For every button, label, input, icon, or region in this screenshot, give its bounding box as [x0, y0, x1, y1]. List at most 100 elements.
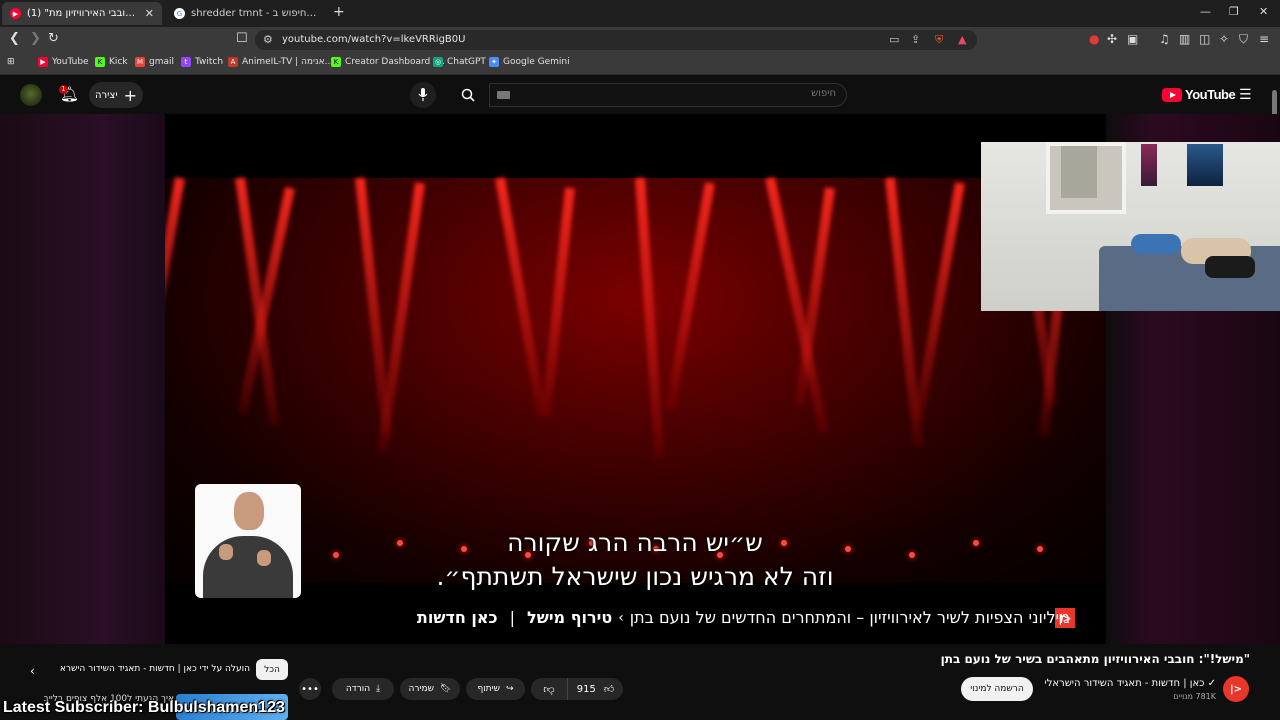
stage-spot-light: [973, 540, 979, 546]
create-button[interactable]: יצירה +: [89, 82, 143, 108]
minimize-icon[interactable]: —: [1200, 5, 1211, 18]
share-label: שיתוף: [477, 684, 500, 694]
search-button[interactable]: [450, 84, 486, 106]
interpreter-head: [234, 492, 264, 530]
like-button[interactable]: 915 👍︎: [567, 678, 623, 700]
news-ticker: |> כאן חדשות | טירוף מישל › מיליוני הצפי…: [165, 598, 1106, 644]
bookmark-kick[interactable]: K Kick: [95, 57, 128, 67]
bookmarks-bar: ⊞ ▶ YouTube K Kick Mgmail t Twitch A AnimeIL…: [0, 53, 1280, 75]
stage-light-beam: [913, 182, 965, 421]
apps-grid-icon[interactable]: ⊞: [7, 57, 15, 67]
bookmark-creator-dashboard[interactable]: K Creator Dashboard |...: [331, 57, 445, 67]
notification-badge: 1: [59, 85, 68, 94]
subtitle-line-2: וזה לא מרגיש נכון שישראל תשתתף״.: [436, 562, 834, 591]
leo-icon[interactable]: ◫: [1199, 32, 1210, 46]
chevron-left-icon[interactable]: ‹: [30, 664, 35, 678]
vpn-icon[interactable]: ⛉: [1239, 32, 1248, 47]
save-button[interactable]: 🔖︎ שמירה: [400, 678, 460, 700]
ai-sparkle-icon[interactable]: ✧: [1219, 32, 1229, 46]
youtube-header: 🔔︎ 1 יצירה + YouTube ☰: [0, 76, 1280, 114]
keyboard-icon[interactable]: [497, 91, 510, 99]
ticker-separator: |: [509, 608, 516, 627]
share-button[interactable]: ↪ שיתוף: [466, 678, 525, 700]
reload-icon[interactable]: ↻: [48, 31, 59, 46]
stage-spot-light: [333, 552, 339, 558]
forward-icon[interactable]: ❯: [30, 31, 41, 46]
interpreter-hand: [257, 550, 271, 566]
webcam-curtain: [1061, 146, 1097, 198]
sidebar-toggle-icon[interactable]: ▥: [1179, 32, 1190, 46]
search-box: [489, 83, 847, 107]
bookmark-gmail[interactable]: Mgmail: [135, 57, 174, 67]
more-actions-button[interactable]: •••: [299, 678, 321, 700]
site-info-icon[interactable]: ⚙: [263, 33, 273, 46]
video-title: "מישל!": חובבי האירוויזיון מתאהבים בשיר …: [940, 652, 1250, 666]
verified-icon: ✓: [1204, 678, 1216, 689]
close-window-icon[interactable]: ✕: [1259, 5, 1268, 18]
close-tab-icon[interactable]: ✕: [145, 7, 154, 20]
webcam-poster: [1141, 144, 1157, 186]
brave-shield-icon[interactable]: ⛨: [935, 33, 943, 47]
browser-tab-bar: ▶ (1) "מישל!": חובבי האירוויזיון מת ✕ G …: [0, 0, 1280, 27]
music-icon[interactable]: ♫: [1159, 32, 1170, 46]
search-input[interactable]: [536, 88, 836, 99]
kick-icon: K: [331, 57, 341, 67]
ticker-headline: מיליוני הצפיות לשיר לאירוויזיון – והמתחר…: [629, 608, 1070, 627]
new-tab-button[interactable]: +: [333, 4, 345, 20]
kick-icon: K: [95, 57, 105, 67]
subscriber-count: 781K מנויים: [1173, 692, 1216, 701]
bookmark-icon[interactable]: ☐: [236, 31, 248, 46]
bookmark-youtube[interactable]: ▶ YouTube: [38, 57, 89, 67]
back-icon[interactable]: ❮: [9, 31, 20, 46]
url-text[interactable]: youtube.com/watch?v=lkeVRRigB0U: [282, 34, 465, 45]
chip-all[interactable]: הכל: [256, 659, 288, 680]
stage-light-beam: [495, 177, 547, 416]
voice-search-button[interactable]: [410, 82, 436, 108]
like-count: 915: [576, 683, 596, 695]
hamburger-menu-icon[interactable]: ☰: [1239, 87, 1252, 103]
gmail-icon: M: [135, 57, 145, 67]
bookmark-twitch[interactable]: t Twitch: [181, 57, 223, 67]
wallet-icon[interactable]: ▣: [1127, 32, 1138, 46]
subscribe-button[interactable]: הרשמה למינוי: [961, 677, 1033, 701]
webcam-overlay: [981, 142, 1280, 311]
microphone-icon: [418, 88, 428, 101]
channel-avatar[interactable]: |>: [1223, 676, 1249, 702]
tab-google[interactable]: G shredder tmnt - חיפוש ב-Google: [166, 2, 326, 25]
bookmark-animeil[interactable]: A AnimeIL-TV | אנימה...: [228, 57, 333, 67]
video-player[interactable]: ש״יש הרבה הרג שקורה וזה לא מרגיש נכון שי…: [165, 114, 1106, 644]
stage-spot-light: [909, 552, 915, 558]
chip-uploaded-by[interactable]: הועלה על ידי כאן | חדשות - תאגיד השידור …: [60, 664, 250, 674]
tab-youtube[interactable]: ▶ (1) "מישל!": חובבי האירוויזיון מת ✕: [2, 2, 162, 25]
brave-rewards-icon[interactable]: ▲: [958, 33, 966, 46]
cast-icon[interactable]: ▭: [889, 33, 899, 46]
subtitle-line-1: ש״יש הרבה הרג שקורה: [507, 528, 763, 557]
chevron-left-icon: ›: [618, 609, 624, 626]
download-button[interactable]: ⤓ הורדה: [332, 678, 394, 700]
youtube-logo-text: YouTube: [1185, 87, 1236, 102]
dislike-button[interactable]: 👎︎: [531, 678, 567, 700]
avatar[interactable]: [20, 84, 42, 106]
channel-name[interactable]: ✓ כאן | חדשות - תאגיד השידור הישראלי: [1044, 678, 1216, 689]
url-field[interactable]: ⚙ youtube.com/watch?v=lkeVRRigB0U ▭ ⇪ ⛨ …: [255, 30, 977, 50]
thumbs-down-icon: 👎︎: [543, 682, 555, 696]
youtube-logo[interactable]: YouTube: [1162, 87, 1236, 102]
bookmark-chatgpt[interactable]: ◎ ChatGPT: [433, 57, 486, 67]
plus-icon: +: [123, 85, 137, 105]
ticker-topic: טירוף מישל: [527, 608, 613, 627]
share-icon[interactable]: ⇪: [911, 33, 920, 46]
extension-record-icon[interactable]: ●: [1089, 32, 1099, 46]
concert-stage: [165, 176, 1106, 583]
bookmark-gemini[interactable]: ✦ Google Gemini: [489, 57, 570, 67]
menu-icon[interactable]: ≡: [1259, 32, 1269, 46]
twitch-icon: t: [181, 57, 191, 67]
extensions-icon[interactable]: ✣: [1107, 32, 1117, 46]
gemini-icon: ✦: [489, 57, 499, 67]
ticker-text: כאן חדשות | טירוף מישל › מיליוני הצפיות …: [417, 608, 1070, 627]
restore-icon[interactable]: ❐: [1229, 5, 1239, 18]
stage-light-beam: [540, 187, 575, 418]
sign-language-interpreter: [195, 484, 301, 598]
stream-overlay-text: Latest Subscriber: Bulbulshamen123: [3, 699, 285, 716]
animeil-icon: A: [228, 57, 238, 67]
save-label: שמירה: [408, 684, 435, 694]
